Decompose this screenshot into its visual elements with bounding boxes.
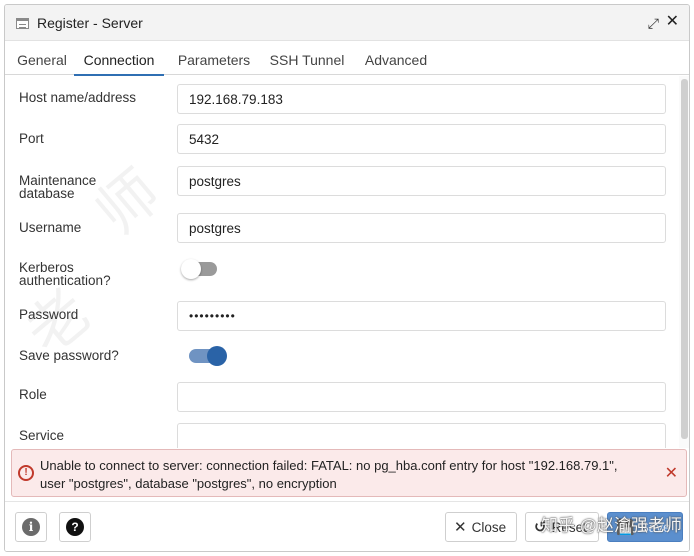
expand-icon[interactable]: ⤢ [648, 15, 659, 31]
tab-connection[interactable]: Connection [74, 41, 164, 76]
toggle-knob [207, 346, 227, 366]
save-button-label: Save [639, 519, 671, 535]
register-server-dialog: Register - Server ⤢ ✕ General Connection… [4, 4, 690, 552]
close-button[interactable]: ✕ Close [445, 512, 517, 542]
maintenance-db-label-line2: database [19, 186, 75, 201]
error-message-bar: ! Unable to connect to server: connectio… [11, 449, 687, 497]
error-line1: Unable to connect to server: connection … [40, 458, 618, 473]
tab-bar: General Connection Parameters SSH Tunnel… [5, 41, 689, 76]
scrollbar-thumb[interactable] [681, 79, 688, 439]
tab-parameters[interactable]: Parameters [172, 41, 256, 75]
password-input[interactable]: ••••••••• [177, 301, 666, 331]
port-label: Port [19, 131, 44, 146]
host-label: Host name/address [19, 90, 137, 105]
close-icon[interactable]: ✕ [666, 14, 679, 30]
service-input[interactable] [177, 423, 666, 448]
close-button-label: Close [471, 519, 507, 535]
form-scrollbar[interactable] [679, 76, 689, 448]
reset-icon: ↺ [534, 519, 547, 536]
info-button[interactable]: i [15, 512, 47, 542]
username-label: Username [19, 220, 82, 235]
reset-button[interactable]: ↺ Reset [525, 512, 599, 542]
username-input[interactable]: postgres [177, 213, 666, 243]
tab-general[interactable]: General [13, 41, 71, 75]
help-button[interactable]: ? [59, 512, 91, 542]
toggle-knob [181, 259, 201, 279]
role-label: Role [19, 387, 47, 402]
host-input[interactable]: 192.168.79.183 [177, 84, 666, 114]
dialog-titlebar[interactable]: Register - Server ⤢ ✕ [5, 5, 689, 41]
dialog-title: Register - Server [37, 15, 143, 31]
save-button[interactable]: 💾 Save [607, 512, 683, 542]
save-icon: 💾 [616, 519, 635, 536]
dialog-footer: i ? ✕ Close ↺ Reset 💾 Save [5, 501, 689, 551]
kerberos-label: Kerberos authentication? [19, 261, 111, 288]
error-message: Unable to connect to server: connection … [40, 457, 654, 493]
close-x-icon: ✕ [454, 519, 467, 536]
info-icon: i [22, 518, 40, 536]
server-icon [16, 18, 29, 29]
save-password-toggle[interactable] [189, 346, 227, 366]
role-input[interactable] [177, 382, 666, 412]
maintenance-db-input[interactable]: postgres [177, 166, 666, 196]
alert-circle-icon: ! [18, 465, 34, 481]
dismiss-error-icon[interactable]: ✕ [665, 463, 678, 483]
save-password-label: Save password? [19, 348, 119, 363]
password-label: Password [19, 307, 79, 322]
connection-form: Host name/address 192.168.79.183 Port 54… [5, 76, 679, 448]
service-label: Service [19, 428, 65, 443]
error-line2: user "postgres", database "postgres", no… [40, 476, 337, 491]
kerberos-toggle[interactable] [181, 259, 217, 279]
port-input[interactable]: 5432 [177, 124, 666, 154]
reset-button-label: Reset [551, 519, 587, 535]
tab-ssh-tunnel[interactable]: SSH Tunnel [265, 41, 349, 75]
help-icon: ? [66, 518, 84, 536]
tab-advanced[interactable]: Advanced [359, 41, 433, 75]
kerberos-label-line2: authentication? [19, 273, 111, 288]
maintenance-db-label: Maintenance database [19, 174, 96, 201]
